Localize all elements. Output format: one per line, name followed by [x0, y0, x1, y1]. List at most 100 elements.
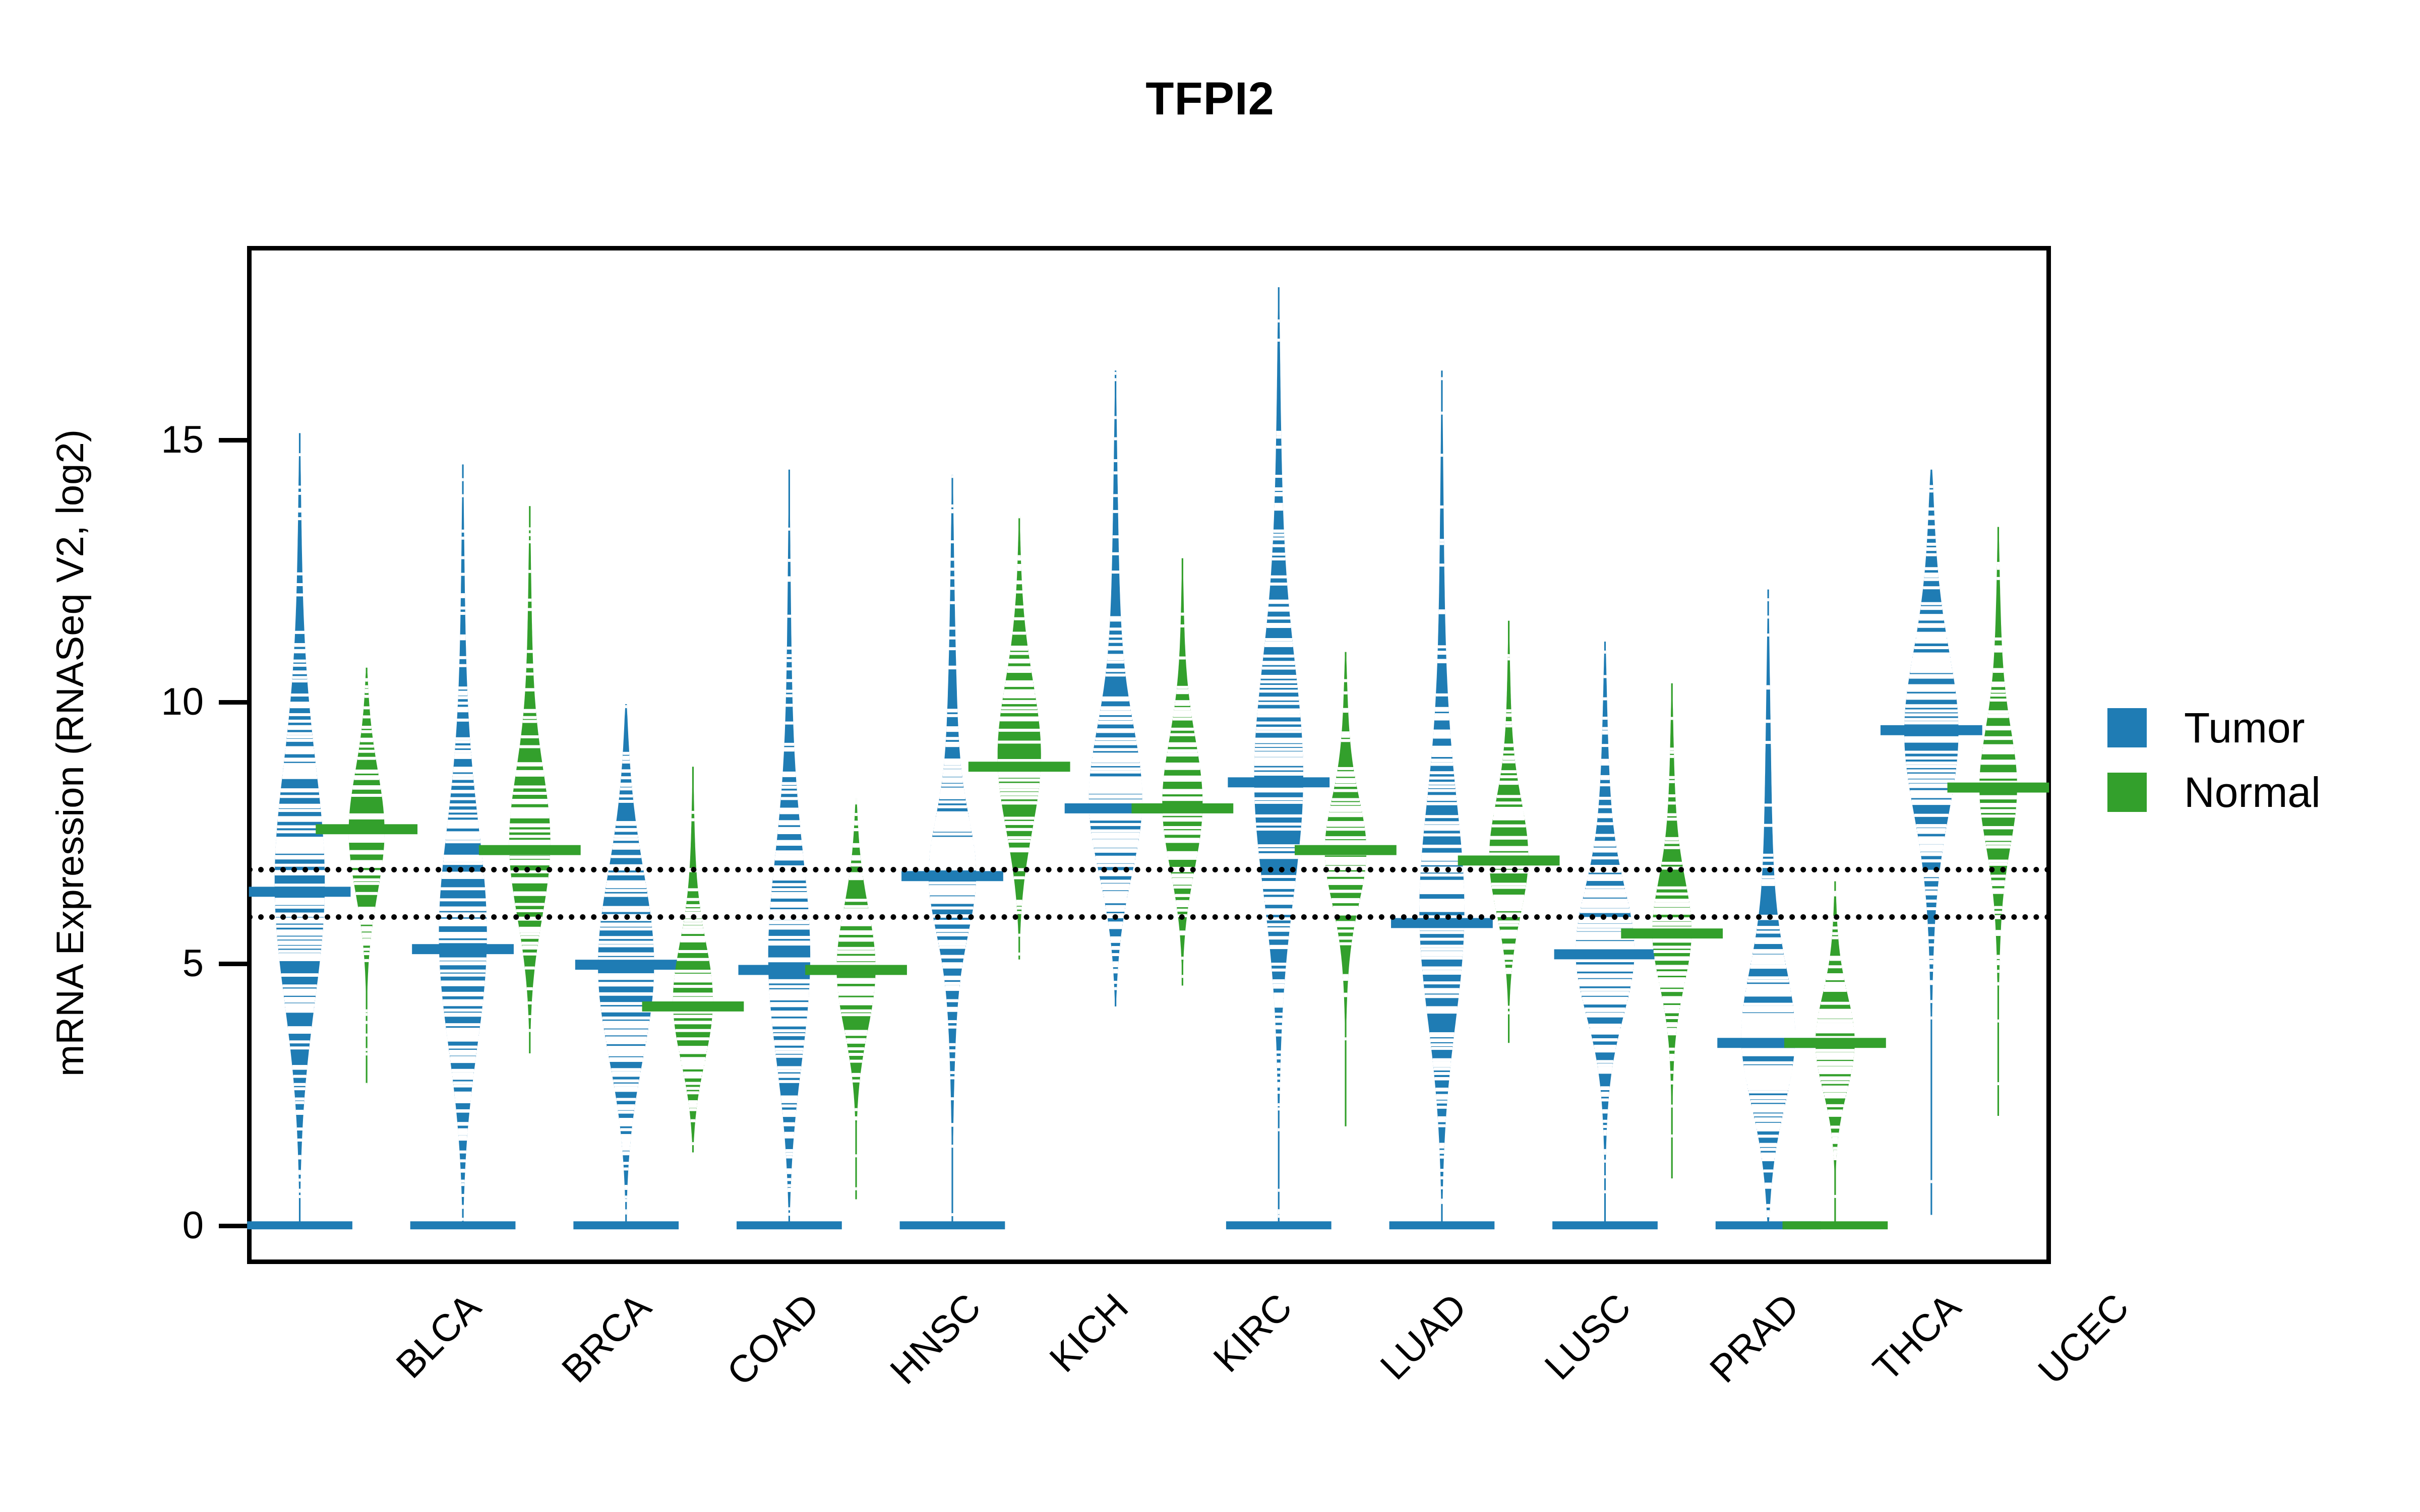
observation-line: [998, 740, 1041, 744]
observation-line: [692, 1142, 694, 1146]
observation-line: [1747, 1084, 1789, 1087]
observation-line: [1664, 1005, 1680, 1008]
observation-line: [1270, 575, 1287, 579]
observation-line: [1171, 873, 1194, 877]
observation-line: [1429, 782, 1455, 785]
observation-line: [1265, 910, 1292, 913]
observation-line: [1604, 1175, 1606, 1178]
observation-line: [929, 857, 976, 860]
observation-line: [289, 713, 311, 716]
observation-line: [364, 706, 370, 710]
observation-line: [1918, 836, 1945, 840]
observation-line: [509, 856, 550, 859]
observation-line: [678, 950, 708, 953]
observation-line: [1439, 1155, 1444, 1159]
observation-line: [1587, 877, 1623, 881]
observation-line: [529, 533, 531, 536]
observation-line: [362, 715, 371, 719]
zero-pileup-line: [899, 1221, 1005, 1230]
observation-line: [1994, 906, 2003, 909]
observation-line: [1017, 911, 1021, 914]
median-line: [1228, 777, 1330, 788]
observation-line: [439, 958, 487, 961]
observation-line: [460, 1169, 465, 1173]
observation-line: [349, 840, 385, 843]
violin-normal-prad: [1621, 683, 1723, 1179]
observation-line: [276, 920, 324, 923]
observation-line: [775, 1047, 804, 1051]
violin-canvas: [247, 287, 2049, 1230]
observation-line: [1489, 848, 1529, 851]
observation-line: [1093, 752, 1138, 756]
observation-line: [1996, 566, 2000, 570]
observation-line: [1493, 895, 1525, 898]
observation-line: [1109, 640, 1123, 643]
observation-line: [1817, 1020, 1853, 1023]
observation-line: [620, 784, 632, 787]
observation-line: [841, 921, 871, 924]
observation-line: [1591, 1031, 1619, 1034]
observation-line: [1766, 1205, 1770, 1208]
observation-line: [1904, 721, 1959, 724]
observation-line: [354, 881, 380, 885]
observation-line: [1092, 839, 1139, 843]
observation-line: [454, 1094, 471, 1098]
observation-line: [771, 893, 807, 896]
observation-line: [1505, 721, 1512, 724]
observation-line: [1173, 713, 1192, 716]
observation-line: [1329, 890, 1362, 893]
observation-line: [1979, 772, 2017, 776]
observation-line: [1269, 944, 1288, 948]
observation-line: [1656, 892, 1688, 896]
observation-line: [1816, 1056, 1854, 1060]
observation-line: [1742, 1013, 1794, 1017]
observation-line: [1338, 767, 1354, 770]
observation-line: [1988, 859, 2008, 863]
observation-line: [1437, 1105, 1447, 1109]
observation-line: [837, 956, 876, 959]
legend-item-normal[interactable]: Normal: [2107, 760, 2321, 825]
observation-line: [1264, 644, 1293, 647]
violin-normal-brca: [478, 506, 581, 1053]
observation-line: [1113, 494, 1118, 497]
observation-line: [1929, 485, 1933, 488]
observation-line: [1343, 708, 1348, 711]
observation-line: [1987, 714, 2009, 717]
observation-line: [1419, 906, 1465, 910]
violin-tumor-thca: [1715, 589, 1821, 1230]
observation-line: [1419, 927, 1464, 931]
observation-line: [1749, 1096, 1787, 1100]
observation-line: [1502, 760, 1516, 764]
observation-line: [948, 1020, 957, 1024]
observation-line: [1101, 706, 1131, 710]
observation-line: [615, 829, 637, 832]
zero-pileup-line: [1226, 1221, 1332, 1230]
observation-line: [1174, 707, 1191, 711]
legend-item-tumor[interactable]: Tumor: [2107, 696, 2321, 760]
observation-line: [1018, 933, 1020, 937]
observation-line: [839, 1000, 873, 1003]
observation-line: [278, 946, 322, 949]
observation-line: [448, 814, 478, 818]
observation-line: [513, 891, 547, 895]
observation-line: [1325, 862, 1366, 865]
observation-line: [1101, 884, 1130, 888]
observation-line: [609, 1057, 643, 1060]
observation-line: [351, 862, 382, 866]
observation-line: [772, 883, 807, 887]
x-tick-label-ucec: UCEC: [2030, 1285, 2138, 1393]
observation-line: [1576, 966, 1634, 969]
violin-normal-hnsc: [805, 797, 907, 1200]
observation-line: [786, 689, 793, 693]
x-tick-label-coad: COAD: [718, 1285, 828, 1394]
observation-line: [1819, 1009, 1851, 1012]
observation-line: [625, 1186, 628, 1190]
observation-line: [941, 955, 964, 959]
observation-line: [1094, 742, 1137, 745]
zero-pileup-line: [410, 1221, 516, 1230]
observation-line: [1979, 775, 2017, 779]
observation-line: [1576, 947, 1635, 950]
observation-line: [1261, 675, 1297, 678]
observation-line: [1000, 716, 1039, 720]
observation-line: [1437, 652, 1446, 655]
